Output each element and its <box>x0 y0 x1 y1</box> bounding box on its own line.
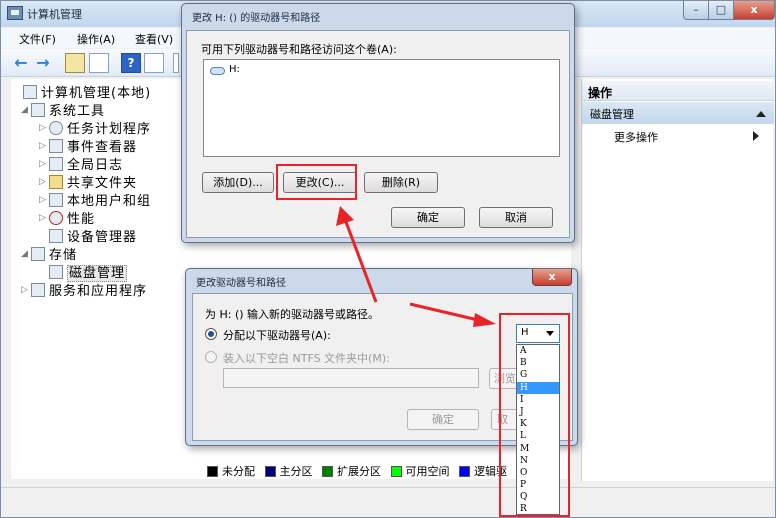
arrowhead-up-icon <box>336 206 354 226</box>
annotation-arrows <box>336 206 496 327</box>
arrowhead-right-icon <box>473 313 496 327</box>
arrow-to-change-button <box>344 221 378 303</box>
arrow-to-dropdown <box>409 302 479 322</box>
